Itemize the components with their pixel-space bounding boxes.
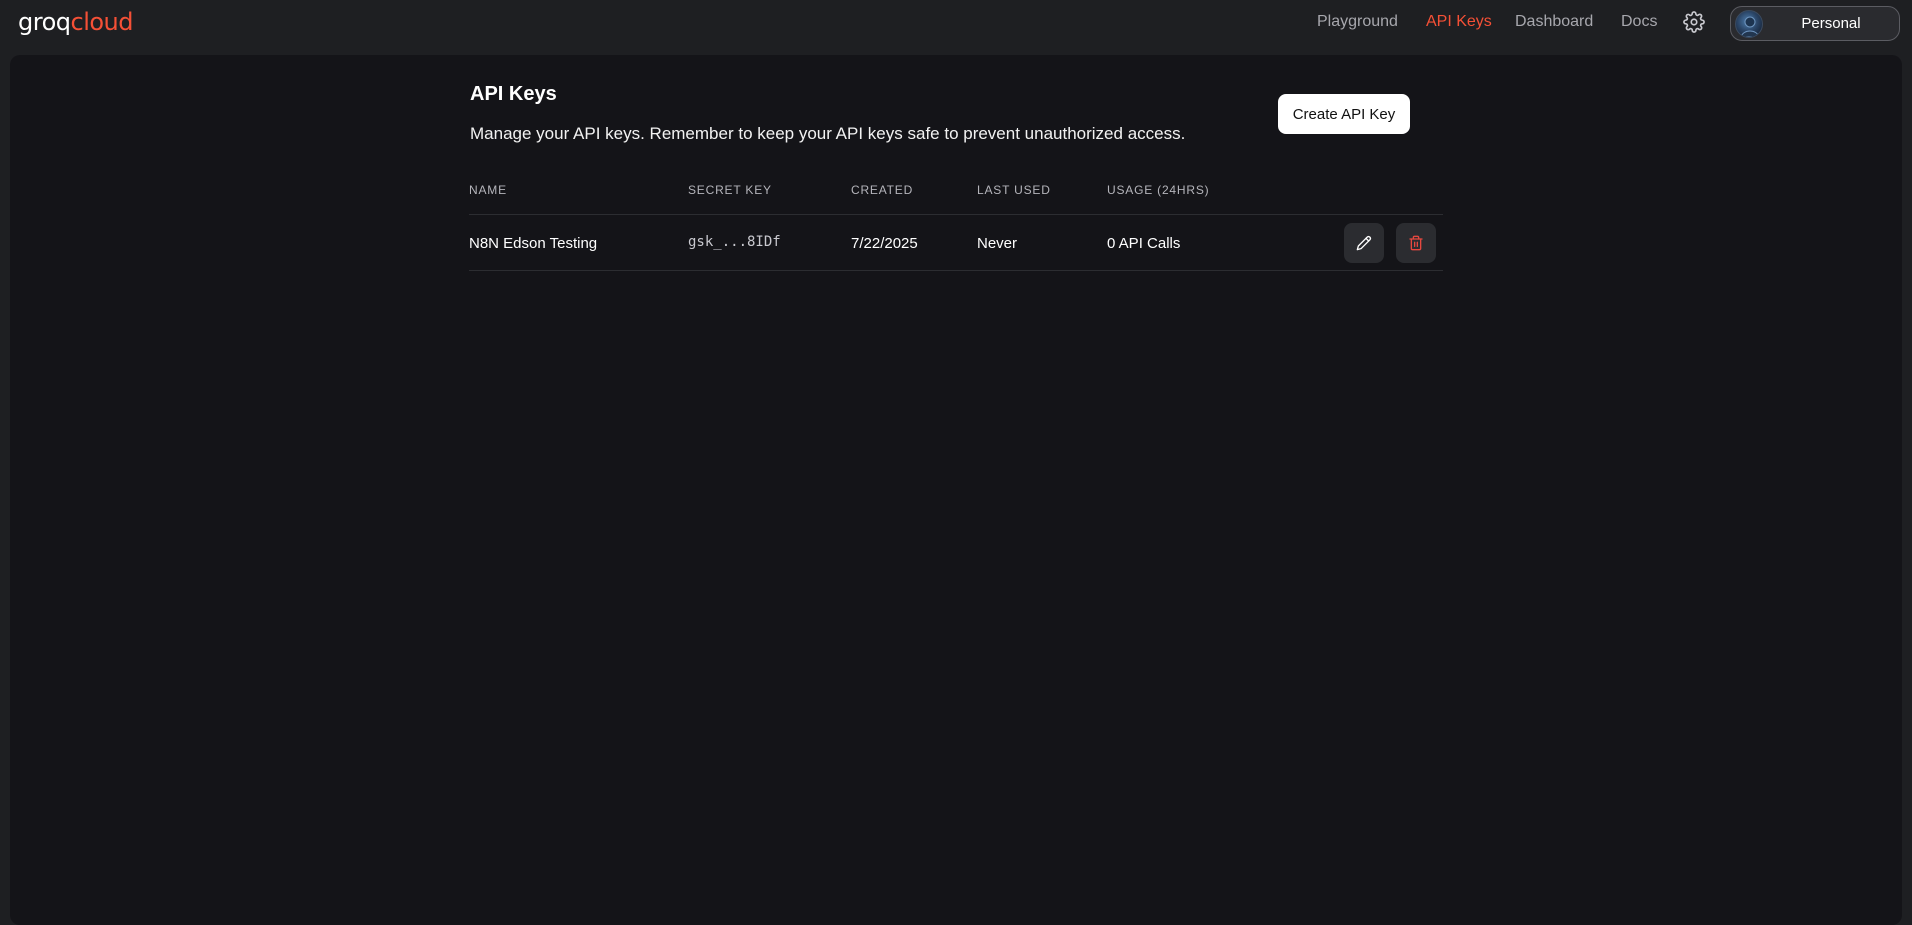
table-row: N8N Edson Testing gsk_...8IDf 7/22/2025 … (469, 215, 1443, 271)
delete-key-button[interactable] (1396, 223, 1436, 263)
edit-key-button[interactable] (1344, 223, 1384, 263)
nav-dashboard-link[interactable]: Dashboard (1515, 13, 1593, 31)
account-switcher-button[interactable]: Personal (1730, 6, 1900, 41)
nav-api-keys-link[interactable]: API Keys (1426, 13, 1492, 31)
top-navigation-bar: groqcloud Playground API Keys Dashboard … (0, 0, 1912, 54)
column-header-last-used: LAST USED (977, 183, 1051, 197)
avatar (1735, 10, 1763, 38)
page-title: API Keys (470, 83, 557, 105)
settings-button[interactable] (1683, 11, 1705, 33)
trash-icon (1409, 235, 1423, 251)
table-header: NAME SECRET KEY CREATED LAST USED USAGE … (469, 173, 1443, 215)
pencil-icon (1356, 235, 1372, 251)
column-header-usage: USAGE (24HRS) (1107, 183, 1210, 197)
create-api-key-button[interactable]: Create API Key (1278, 94, 1410, 134)
created-date-cell: 7/22/2025 (851, 235, 918, 252)
nav-playground-link[interactable]: Playground (1317, 13, 1398, 31)
column-header-secret-key: SECRET KEY (688, 183, 772, 197)
api-keys-table: NAME SECRET KEY CREATED LAST USED USAGE … (469, 173, 1443, 271)
groqcloud-logo[interactable]: groqcloud (18, 8, 133, 36)
gear-icon (1683, 11, 1705, 33)
usage-cell: 0 API Calls (1107, 235, 1181, 252)
key-name-cell: N8N Edson Testing (469, 235, 598, 252)
column-header-created: CREATED (851, 183, 914, 197)
last-used-cell: Never (977, 235, 1018, 252)
account-name: Personal (1801, 15, 1861, 32)
page-description: Manage your API keys. Remember to keep y… (470, 124, 1186, 143)
logo-cloud-text: cloud (70, 8, 134, 36)
column-header-name: NAME (469, 183, 507, 197)
nav-docs-link[interactable]: Docs (1621, 13, 1657, 31)
logo-groq-text: groq (18, 8, 71, 36)
secret-key-cell: gsk_...8IDf (688, 234, 781, 250)
